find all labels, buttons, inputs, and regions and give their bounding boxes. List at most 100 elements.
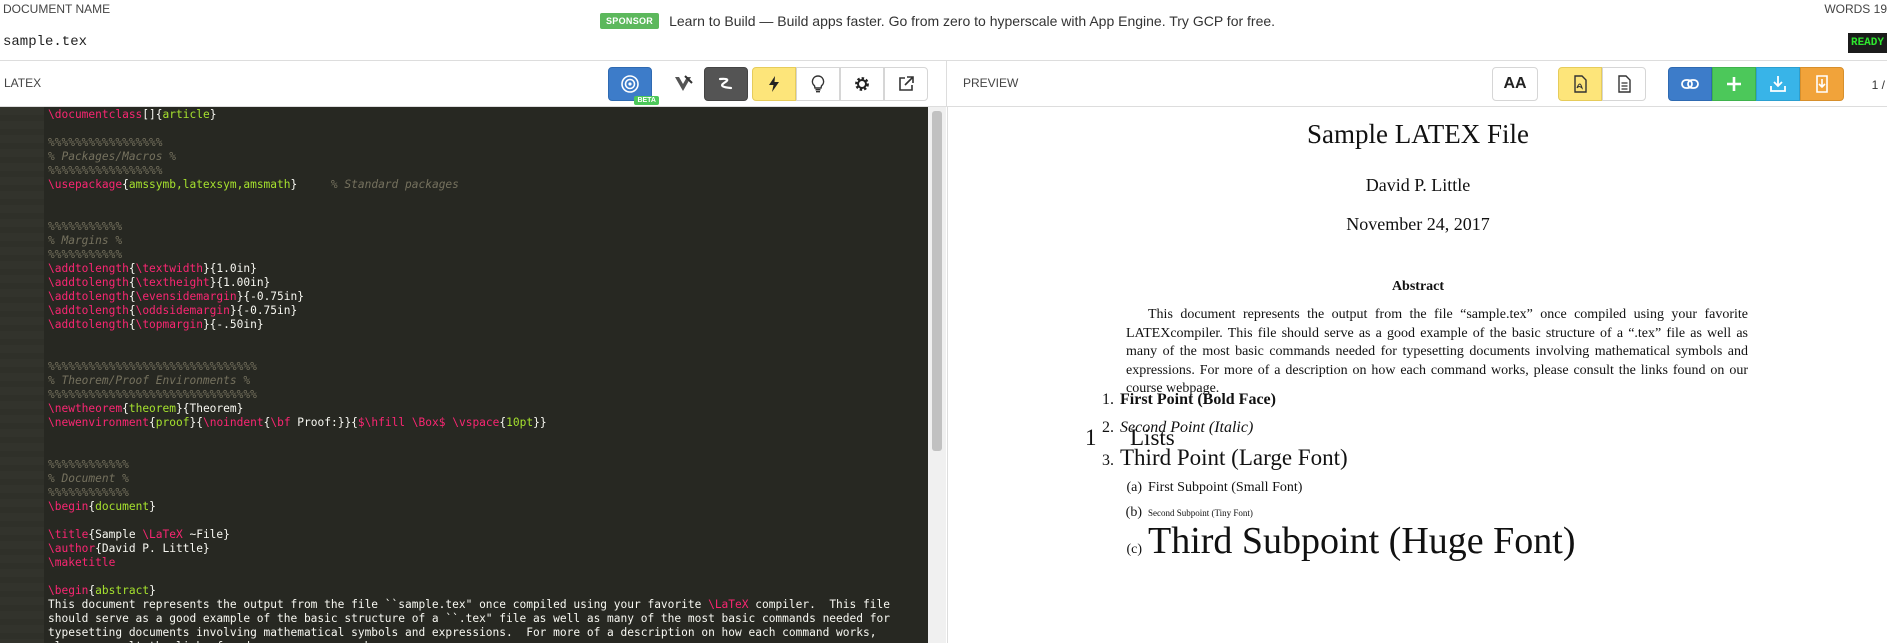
- code-line[interactable]: \documentclass[]{article}: [48, 108, 928, 122]
- editor-scrollbar[interactable]: [928, 107, 946, 643]
- code-line[interactable]: [48, 570, 928, 584]
- code-line[interactable]: \addtolength{\oddsidemargin}{-0.75in}: [48, 304, 928, 318]
- code-line[interactable]: \begin{document}: [48, 500, 928, 514]
- code-line[interactable]: \usepackage{amssymb,latexsym,amsmath} % …: [48, 178, 928, 192]
- code-line[interactable]: %%%%%%%%%%%%%%%%%%%%%%%%%%%%%%%: [48, 360, 928, 374]
- list-number: (c): [1126, 542, 1142, 557]
- preview-panel-header: PREVIEW AA 1 /: [947, 61, 1887, 107]
- code-line[interactable]: % Theorem/Proof Environments %: [48, 374, 928, 388]
- scrollbar-thumb[interactable]: [932, 111, 942, 451]
- code-token: $\hfill \Box$: [357, 416, 446, 429]
- list-item: 1. First Point (Bold Face): [1092, 391, 1276, 409]
- code-line[interactable]: % Packages/Macros %: [48, 150, 928, 164]
- code-token: {: [128, 304, 136, 317]
- external-link-icon: [899, 76, 914, 91]
- code-token: \begin: [48, 584, 89, 597]
- code-line[interactable]: \author{David P. Little}: [48, 542, 928, 556]
- code-line[interactable]: [48, 444, 928, 458]
- code-line[interactable]: [48, 514, 928, 528]
- code-line[interactable]: [48, 206, 928, 220]
- download-archive-button[interactable]: [1800, 67, 1844, 101]
- code-token: ~File}: [182, 528, 230, 541]
- code-line[interactable]: [48, 122, 928, 136]
- code-token: % Theorem/Proof Environments %: [48, 374, 251, 387]
- sponsor-banner[interactable]: SPONSOR Learn to Build — Build apps fast…: [600, 13, 1275, 29]
- settings-button[interactable]: [840, 67, 884, 101]
- code-token: %%%%%%%%%%%%%%%%%: [48, 164, 163, 177]
- plus-icon: [1727, 77, 1741, 91]
- html-view-button[interactable]: [1602, 67, 1646, 101]
- code-token: document: [95, 500, 150, 513]
- code-line[interactable]: should serve as a good example of the ba…: [48, 612, 928, 626]
- hints-button[interactable]: [796, 67, 840, 101]
- vim-icon: [675, 75, 693, 91]
- status-badge: READY: [1847, 33, 1887, 53]
- document-name-field[interactable]: sample.tex: [3, 34, 87, 50]
- code-line[interactable]: \maketitle: [48, 556, 928, 570]
- code-token: {: [128, 276, 136, 289]
- podcast-icon: [621, 75, 639, 93]
- list-item: 2. Second Point (Italic): [1092, 419, 1253, 437]
- code-token: \title: [48, 528, 89, 541]
- pdf-view-button[interactable]: [1558, 67, 1602, 101]
- open-external-button[interactable]: [884, 67, 928, 101]
- code-line[interactable]: %%%%%%%%%%%%%%%%%: [48, 136, 928, 150]
- code-token: {: [128, 290, 136, 303]
- podcast-button[interactable]: BETA: [608, 67, 659, 105]
- code-token: }{-0.75in}: [236, 290, 304, 303]
- code-token: }}: [533, 416, 547, 429]
- new-document-button[interactable]: [1712, 67, 1756, 101]
- latex-editor[interactable]: \documentclass[]{article}%%%%%%%%%%%%%%%…: [0, 107, 946, 643]
- code-line[interactable]: \addtolength{\textheight}{1.00in}: [48, 276, 928, 290]
- code-line[interactable]: [48, 192, 928, 206]
- abstract-heading: Abstract: [1391, 279, 1445, 294]
- code-line[interactable]: % Document %: [48, 472, 928, 486]
- code-line[interactable]: %%%%%%%%%%%%%%%%%%%%%%%%%%%%%%%: [48, 388, 928, 402]
- code-line[interactable]: % Margins %: [48, 234, 928, 248]
- code-line[interactable]: \title{Sample \LaTeX ~File}: [48, 528, 928, 542]
- code-token: %%%%%%%%%%%%: [48, 486, 129, 499]
- emacs-mode-button[interactable]: [704, 67, 748, 101]
- code-token: theorem: [128, 402, 176, 415]
- download-button[interactable]: [1756, 67, 1800, 101]
- code-token: }: [149, 500, 156, 513]
- download-icon: [1770, 76, 1786, 92]
- code-line[interactable]: [48, 346, 928, 360]
- code-token: \newtheorem: [48, 402, 123, 415]
- share-link-button[interactable]: [1668, 67, 1712, 101]
- code-line[interactable]: \addtolength{\evensidemargin}{-0.75in}: [48, 290, 928, 304]
- list-number: 3.: [1102, 452, 1114, 469]
- line-number-gutter: [0, 107, 44, 643]
- code-line[interactable]: %%%%%%%%%%%: [48, 220, 928, 234]
- font-size-button[interactable]: AA: [1492, 67, 1538, 101]
- code-line[interactable]: [48, 332, 928, 346]
- list-text: Third Subpoint (Huge Font): [1148, 520, 1576, 562]
- code-token: Proof:}}{: [290, 416, 358, 429]
- code-area[interactable]: \documentclass[]{article}%%%%%%%%%%%%%%%…: [48, 108, 928, 643]
- code-token: {: [128, 262, 136, 275]
- code-line[interactable]: %%%%%%%%%%%%: [48, 458, 928, 472]
- pdf-preview[interactable]: Sample LATEX File David P. Little Novemb…: [947, 107, 1887, 643]
- code-line[interactable]: \newenvironment{proof}{\noindent{\bf Pro…: [48, 416, 928, 430]
- code-line[interactable]: \begin{abstract}: [48, 584, 928, 598]
- code-line[interactable]: typesetting documents involving mathemat…: [48, 626, 928, 640]
- compile-button[interactable]: [752, 67, 796, 101]
- code-token: {: [128, 318, 136, 331]
- code-token: \evensidemargin: [135, 290, 237, 303]
- code-token: }: [290, 178, 331, 191]
- sponsor-text[interactable]: Learn to Build — Build apps faster. Go f…: [669, 13, 1275, 29]
- code-line[interactable]: %%%%%%%%%%%: [48, 248, 928, 262]
- code-token: typesetting documents involving mathemat…: [48, 626, 877, 639]
- code-line[interactable]: This document represents the output from…: [48, 598, 928, 612]
- list-number: 1.: [1102, 391, 1114, 408]
- code-line[interactable]: %%%%%%%%%%%%%%%%%: [48, 164, 928, 178]
- code-line[interactable]: \addtolength{\topmargin}{-.50in}: [48, 318, 928, 332]
- code-line[interactable]: %%%%%%%%%%%%: [48, 486, 928, 500]
- code-line[interactable]: [48, 430, 928, 444]
- code-token: }{-.50in}: [202, 318, 264, 331]
- code-token: }{1.0in}: [202, 262, 257, 275]
- code-line[interactable]: \addtolength{\textwidth}{1.0in}: [48, 262, 928, 276]
- code-token: }{: [189, 416, 203, 429]
- vim-mode-button[interactable]: [661, 67, 705, 101]
- code-line[interactable]: \newtheorem{theorem}{Theorem}: [48, 402, 928, 416]
